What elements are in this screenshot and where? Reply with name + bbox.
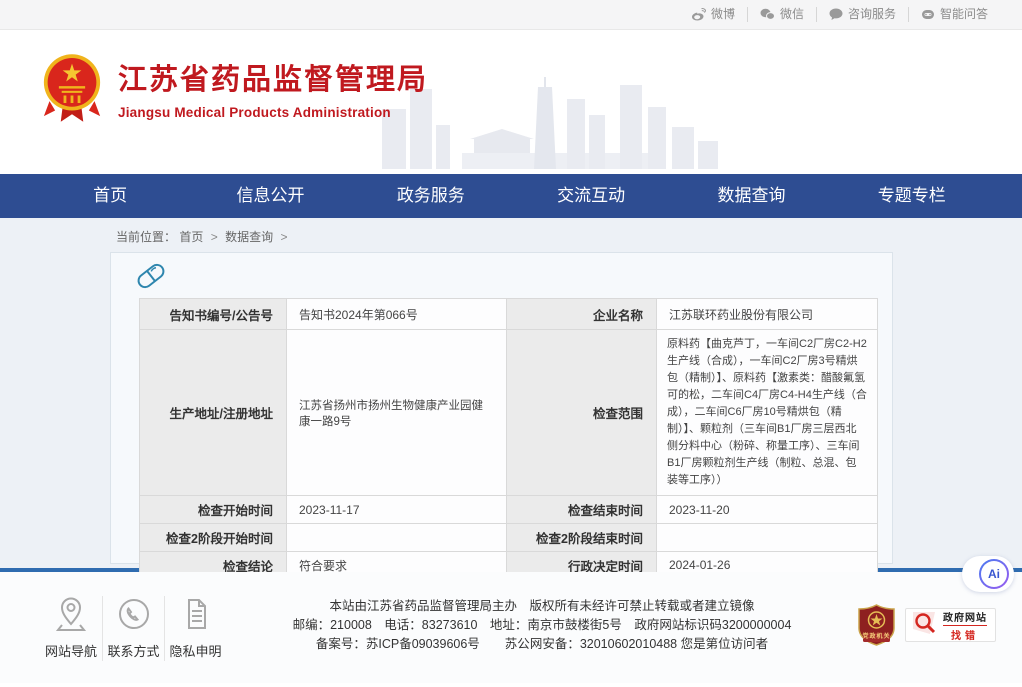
breadcrumb-separator: > — [280, 230, 287, 244]
capsule-pill-icon — [135, 260, 167, 297]
footer-text: 本站由江苏省药品监督管理局主办 版权所有未经许可禁止转载或者建立镜像 邮编：21… — [226, 596, 858, 654]
field-label-notice-number: 告知书编号/公告号 — [140, 299, 287, 330]
breadcrumb-prefix: 当前位置： — [116, 230, 176, 244]
privacy-label: 隐私申明 — [169, 644, 221, 659]
weibo-link[interactable]: 微博 — [679, 7, 747, 22]
field-value-address: 江苏省扬州市扬州生物健康产业园健康一路9号 — [287, 330, 507, 496]
page: 微博 微信 咨询服务 智能问答 — [0, 0, 1022, 687]
main-nav: 首页 信息公开 政务服务 交流互动 数据查询 专题专栏 — [0, 174, 1022, 218]
wechat-label: 微信 — [780, 7, 804, 22]
table-row: 生产地址/注册地址 江苏省扬州市扬州生物健康产业园健康一路9号 检查范围 原料药… — [140, 330, 878, 496]
nav-item-special-topics[interactable]: 专题专栏 — [832, 174, 992, 218]
party-gov-badge[interactable]: 党政机关 — [858, 604, 895, 646]
site-header: 江苏省药品监督管理局 Jiangsu Medical Products Admi… — [0, 30, 1022, 174]
ai-assistant-button[interactable]: Ai — [979, 559, 1009, 589]
inspection-detail-table: 告知书编号/公告号 告知书2024年第066号 企业名称 江苏联环药业股份有限公… — [139, 298, 878, 616]
field-value-notice-number: 告知书2024年第066号 — [287, 299, 507, 330]
gov-site-badge-subtitle: 找错 — [951, 627, 979, 642]
nav-item-home[interactable]: 首页 — [30, 174, 190, 218]
top-utility-bar: 微博 微信 咨询服务 智能问答 — [0, 0, 1022, 30]
consult-service-label: 咨询服务 — [848, 7, 896, 22]
footer-line-contact: 邮编：210008 电话：83273610 地址：南京市鼓楼街5号 政府网站标识… — [226, 616, 858, 635]
map-pin-icon — [40, 596, 102, 632]
breadcrumb-home-link[interactable]: 首页 — [179, 230, 203, 244]
national-emblem-logo — [42, 52, 102, 124]
wechat-link[interactable]: 微信 — [747, 7, 816, 22]
weibo-label: 微博 — [711, 7, 735, 22]
party-gov-badge-label: 党政机关 — [858, 631, 895, 640]
nav-item-data-query[interactable]: 数据查询 — [671, 174, 831, 218]
footer-badges: 党政机关 政府网站 找错 — [858, 596, 996, 646]
footer-line-icp: 备案号：苏ICP备09039606号 苏公网安备：32010602010488 … — [226, 635, 858, 654]
field-value-end-date: 2023-11-20 — [657, 496, 878, 524]
field-label-address: 生产地址/注册地址 — [140, 330, 287, 496]
table-row: 告知书编号/公告号 告知书2024年第066号 企业名称 江苏联环药业股份有限公… — [140, 299, 878, 330]
field-label-phase2-end: 检查2阶段结束时间 — [507, 524, 657, 552]
field-label-end-date: 检查结束时间 — [507, 496, 657, 524]
field-value-inspection-scope: 原料药【曲克芦丁，一车间C2厂房C2-H2生产线（合成），一车间C2厂房3号精烘… — [657, 330, 878, 496]
field-value-phase2-end — [657, 524, 878, 552]
city-skyline-illustration — [382, 37, 722, 174]
smart-qa-label: 智能问答 — [940, 7, 988, 22]
table-row: 检查开始时间 2023-11-17 检查结束时间 2023-11-20 — [140, 496, 878, 524]
consult-service-link[interactable]: 咨询服务 — [816, 7, 908, 22]
breadcrumb-data-query-link[interactable]: 数据查询 — [225, 230, 273, 244]
gov-site-badge-title: 政府网站 — [943, 609, 987, 626]
magnifier-icon — [911, 610, 937, 641]
contact-label: 联系方式 — [107, 644, 159, 659]
field-value-company-name: 江苏联环药业股份有限公司 — [657, 299, 878, 330]
nav-item-interaction[interactable]: 交流互动 — [511, 174, 671, 218]
breadcrumb: 当前位置： 首页 > 数据查询 > — [0, 218, 1022, 245]
footer: Ai 网站导航 联系方式 — [0, 572, 1022, 683]
table-row: 检查2阶段开始时间 检查2阶段结束时间 — [140, 524, 878, 552]
detail-panel: 告知书编号/公告号 告知书2024年第066号 企业名称 江苏联环药业股份有限公… — [110, 252, 893, 564]
field-value-start-date: 2023-11-17 — [287, 496, 507, 524]
breadcrumb-separator: > — [211, 230, 218, 244]
brand: 江苏省药品监督管理局 Jiangsu Medical Products Admi… — [42, 52, 428, 124]
site-map-link[interactable]: 网站导航 — [40, 596, 102, 661]
field-label-phase2-start: 检查2阶段开始时间 — [140, 524, 287, 552]
field-label-inspection-scope: 检查范围 — [507, 330, 657, 496]
brand-text: 江苏省药品监督管理局 Jiangsu Medical Products Admi… — [118, 56, 428, 120]
chat-bubble-icon — [829, 8, 843, 21]
site-subtitle: Jiangsu Medical Products Administration — [118, 105, 428, 120]
nav-item-gov-services[interactable]: 政务服务 — [351, 174, 511, 218]
gov-site-error-report-badge[interactable]: 政府网站 找错 — [905, 608, 996, 642]
footer-line-host: 本站由江苏省药品监督管理局主办 版权所有未经许可禁止转载或者建立镜像 — [226, 597, 858, 616]
gov-site-error-report-text: 政府网站 找错 — [943, 609, 987, 642]
site-title: 江苏省药品监督管理局 — [118, 56, 428, 98]
nav-item-info-disclosure[interactable]: 信息公开 — [190, 174, 350, 218]
phone-icon — [103, 596, 164, 632]
document-icon — [165, 596, 226, 632]
weibo-icon — [691, 8, 706, 21]
field-label-company-name: 企业名称 — [507, 299, 657, 330]
contact-link[interactable]: 联系方式 — [102, 596, 164, 661]
field-value-phase2-start — [287, 524, 507, 552]
wechat-icon — [760, 8, 775, 21]
footer-quick-links: 网站导航 联系方式 — [40, 596, 226, 661]
robot-icon — [921, 8, 935, 21]
content-area: 当前位置： 首页 > 数据查询 > 告知书编号 — [0, 218, 1022, 568]
field-label-start-date: 检查开始时间 — [140, 496, 287, 524]
privacy-link[interactable]: 隐私申明 — [164, 596, 226, 661]
smart-qa-link[interactable]: 智能问答 — [908, 7, 1000, 22]
site-map-label: 网站导航 — [45, 644, 97, 659]
